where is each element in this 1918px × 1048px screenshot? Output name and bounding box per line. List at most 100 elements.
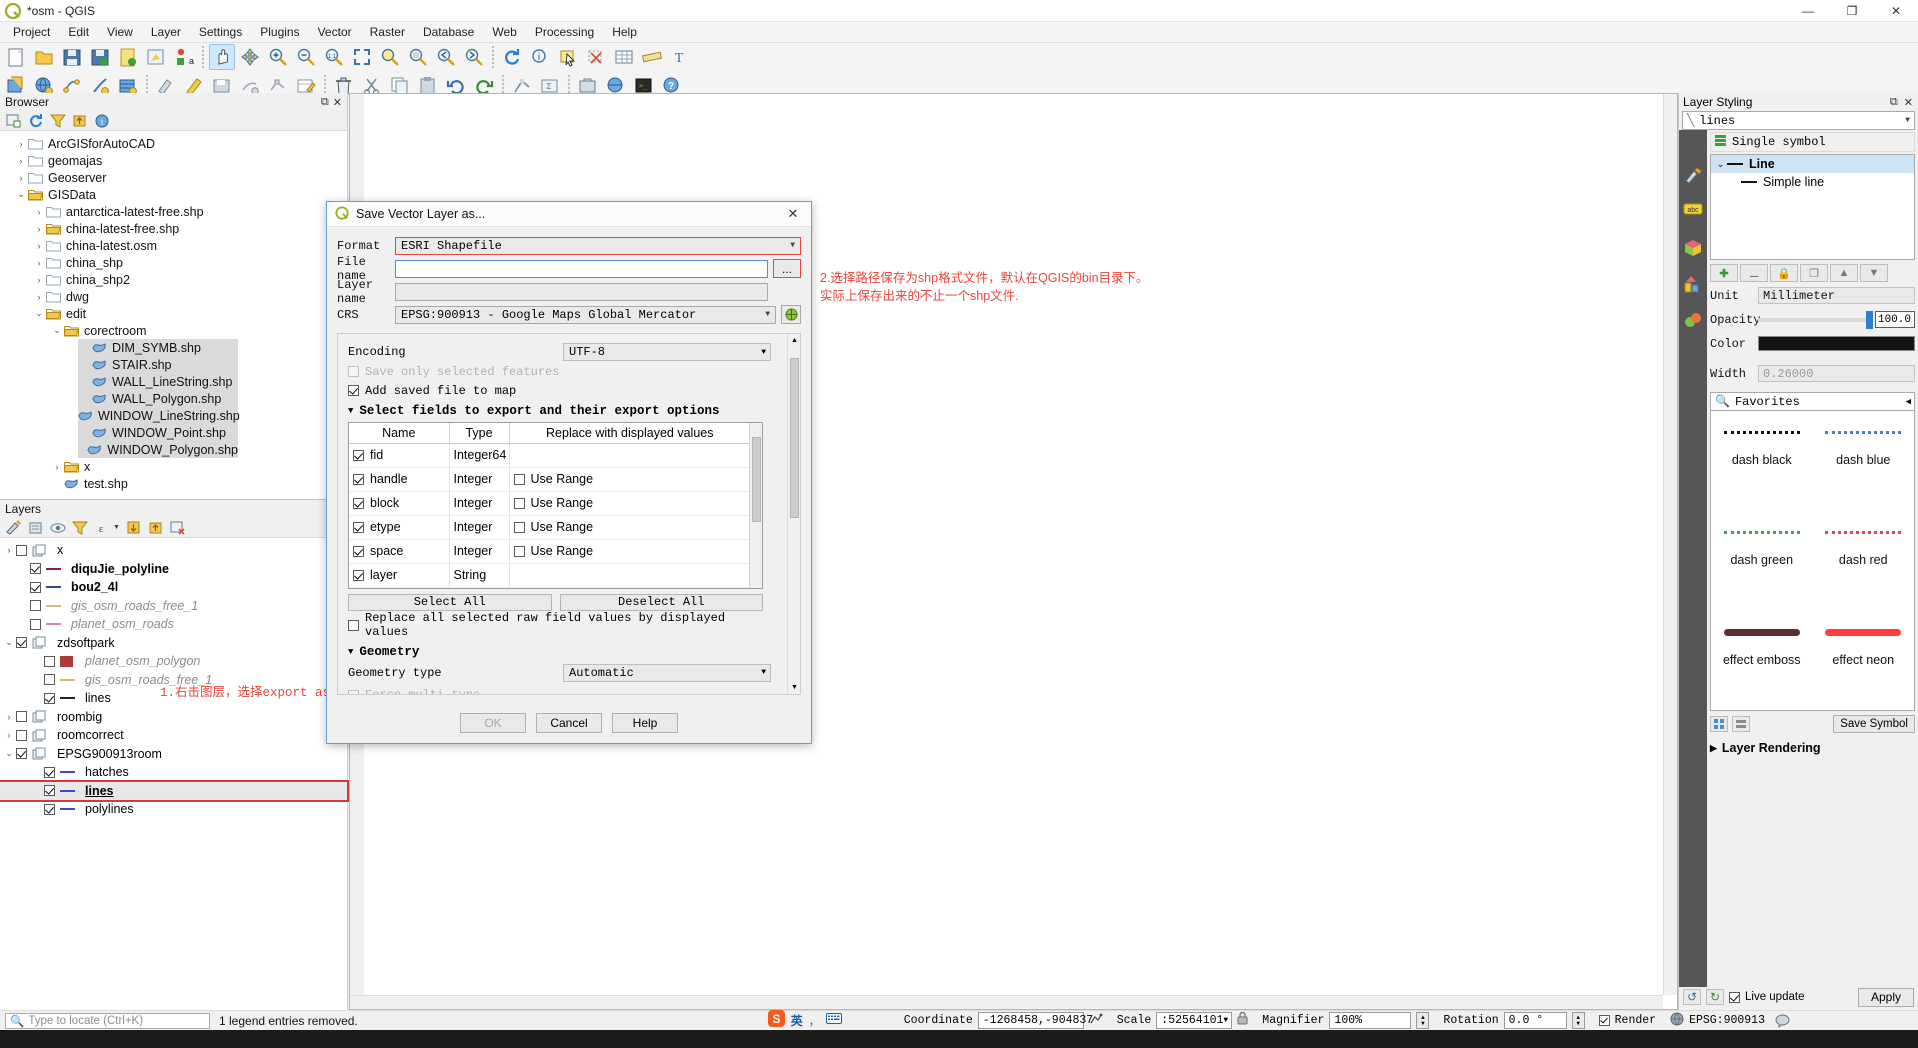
locator-input[interactable]: 🔍 Type to locate (Ctrl+K) — [5, 1012, 210, 1029]
render-item[interactable]: Render — [1598, 1014, 1656, 1027]
fields-table-row[interactable]: etype Integer Use Range — [349, 515, 751, 540]
layer-visibility-checkbox[interactable] — [44, 766, 55, 778]
browser-tree-item[interactable]: › dwg — [0, 288, 347, 305]
deselect-icon[interactable] — [583, 44, 609, 70]
layer-item[interactable]: planet_osm_polygon — [0, 652, 347, 671]
chevron-right-icon[interactable]: › — [32, 224, 46, 234]
chevron-down-icon[interactable]: ⌄ — [2, 748, 16, 759]
zoom-native-icon[interactable]: 1:1 — [321, 44, 347, 70]
scale-value[interactable]: :52564101 ▼ — [1156, 1012, 1233, 1029]
deselect-all-button[interactable]: Deselect All — [559, 593, 763, 611]
new-print-layout-icon[interactable] — [115, 44, 141, 70]
remove-layer-icon[interactable] — [170, 520, 186, 536]
menu-item-processing[interactable]: Processing — [526, 23, 603, 41]
help-button[interactable]: Help — [612, 713, 678, 733]
menu-item-settings[interactable]: Settings — [190, 23, 251, 41]
labels-icon[interactable]: abc — [1683, 202, 1703, 222]
zoom-to-layer-icon[interactable] — [405, 44, 431, 70]
use-range-checkbox[interactable] — [513, 497, 525, 509]
layer-item[interactable]: gis_osm_roads_free_1 — [0, 597, 347, 616]
chevron-down-icon[interactable]: ⌄ — [1714, 159, 1727, 170]
add-layer-icon[interactable] — [6, 113, 22, 129]
browser-tree-item[interactable]: › Geoserver — [0, 169, 347, 186]
layer-visibility-checkbox[interactable] — [16, 637, 27, 649]
live-update-checkbox[interactable] — [1729, 991, 1740, 1003]
canvas-horizontal-scrollbar[interactable] — [350, 995, 1663, 1009]
layer-item[interactable]: ⌄ EPSG900913room — [0, 745, 347, 764]
layer-visibility-checkbox[interactable] — [44, 785, 55, 797]
geometry-section-header[interactable]: ▼ Geometry — [348, 645, 771, 659]
fields-table-scroll-thumb[interactable] — [752, 437, 761, 522]
rotation-stepper[interactable]: ▲ ▼ — [1571, 1012, 1585, 1029]
use-range-checkbox[interactable] — [513, 473, 525, 485]
opacity-slider-handle[interactable] — [1866, 310, 1873, 329]
browser-tree-item[interactable]: WINDOW_Polygon.shp — [78, 441, 238, 458]
zoom-out-icon[interactable] — [293, 44, 319, 70]
chevron-right-icon[interactable]: › — [32, 241, 46, 251]
browser-tree-item[interactable]: WINDOW_Point.shp — [78, 424, 238, 441]
browser-tree-item[interactable]: › ArcGISforAutoCAD — [0, 135, 347, 152]
browse-filename-button[interactable]: ... — [773, 259, 801, 278]
menu-item-help[interactable]: Help — [603, 23, 646, 41]
layer-item[interactable]: hatches — [0, 763, 347, 782]
close-panel-icon[interactable]: ✕ — [333, 96, 342, 109]
lock-symbol-icon[interactable]: 🔒 — [1770, 264, 1798, 282]
dialog-scroll-thumb[interactable] — [790, 358, 799, 518]
coordinate-value[interactable]: -1268458,-904837 — [977, 1012, 1093, 1029]
render-checkbox[interactable] — [1598, 1015, 1610, 1026]
replace-raw-row[interactable]: Replace all selected raw field values by… — [348, 611, 771, 639]
layer-visibility-checkbox[interactable] — [30, 618, 41, 630]
browser-tree-item[interactable]: WALL_LineString.shp — [78, 373, 238, 390]
fields-table-row[interactable]: handle Integer Use Range — [349, 467, 751, 492]
add-saved-file-row[interactable]: Add saved file to map — [348, 381, 771, 400]
symbol-gallery-item[interactable]: effect neon — [1813, 625, 1915, 725]
symbol-gallery-item[interactable]: dash blue — [1813, 425, 1915, 525]
favorites-bar[interactable]: 🔍 Favorites ◀ — [1710, 392, 1915, 411]
rotation-value[interactable]: 0.0 ° — [1503, 1012, 1567, 1029]
symbol-tree[interactable]: ⌄ Line Simple line — [1710, 154, 1915, 260]
symbology-icon[interactable] — [1683, 166, 1703, 186]
save-project-icon[interactable] — [59, 44, 85, 70]
opacity-value[interactable]: 100.0 — [1875, 311, 1915, 328]
lock-scale-icon[interactable] — [1237, 1011, 1248, 1029]
renderer-selector[interactable]: Single symbol — [1710, 132, 1915, 152]
fields-section-header[interactable]: ▼ Select fields to export and their expo… — [348, 404, 771, 418]
sogou-ime-icon[interactable]: S — [767, 1010, 785, 1031]
field-include-checkbox[interactable] — [353, 473, 364, 485]
use-range-checkbox[interactable] — [513, 521, 525, 533]
new-project-icon[interactable] — [3, 44, 29, 70]
save-symbol-button[interactable]: Save Symbol — [1833, 715, 1915, 733]
filter-legend-icon[interactable] — [72, 520, 88, 536]
ime-punctuation-label[interactable]: ， — [809, 1013, 820, 1029]
layout-manager-icon[interactable] — [143, 44, 169, 70]
chevron-down-icon[interactable]: ⌄ — [32, 308, 46, 319]
fields-table-row[interactable]: layer String — [349, 563, 751, 588]
cancel-button[interactable]: Cancel — [536, 713, 602, 733]
fields-table-scrollbar[interactable] — [749, 423, 762, 588]
menu-item-plugins[interactable]: Plugins — [251, 23, 308, 41]
browser-tree-item[interactable]: WALL_Polygon.shp — [78, 390, 238, 407]
dialog-scrollbar[interactable]: ▲ ▼ — [787, 334, 800, 694]
refresh-icon[interactable] — [499, 44, 525, 70]
zoom-to-selection-icon[interactable] — [377, 44, 403, 70]
crs-item[interactable]: EPSG:900913 — [1670, 1012, 1765, 1030]
move-up-icon[interactable]: ▲ — [1830, 264, 1858, 282]
open-attribute-table-icon[interactable] — [611, 44, 637, 70]
browser-tree-item[interactable]: ⌄ GISData — [0, 186, 347, 203]
keyboard-icon[interactable] — [825, 1013, 842, 1028]
open-project-icon[interactable] — [31, 44, 57, 70]
browser-tree-item[interactable]: › china-latest.osm — [0, 237, 347, 254]
scroll-up-icon[interactable]: ▲ — [788, 334, 800, 347]
collapse-all-icon[interactable] — [148, 520, 164, 536]
measure-icon[interactable] — [639, 44, 665, 70]
browser-tree-item[interactable]: test.shp — [0, 475, 347, 492]
chevron-down-icon[interactable]: ⌄ — [14, 189, 28, 200]
save-only-selected-row[interactable]: Save only selected features — [348, 362, 771, 381]
symbol-gallery[interactable]: dash black dash blue dash green dash red eff… — [1710, 411, 1915, 711]
browser-tree-item[interactable]: › china-latest-free.shp — [0, 220, 347, 237]
browser-tree-item[interactable]: › x — [0, 458, 347, 475]
identify-features-icon[interactable]: i — [527, 44, 553, 70]
layer-item[interactable]: polylines — [0, 800, 347, 819]
menu-item-database[interactable]: Database — [414, 23, 483, 41]
layer-item[interactable]: › roomcorrect — [0, 726, 347, 745]
